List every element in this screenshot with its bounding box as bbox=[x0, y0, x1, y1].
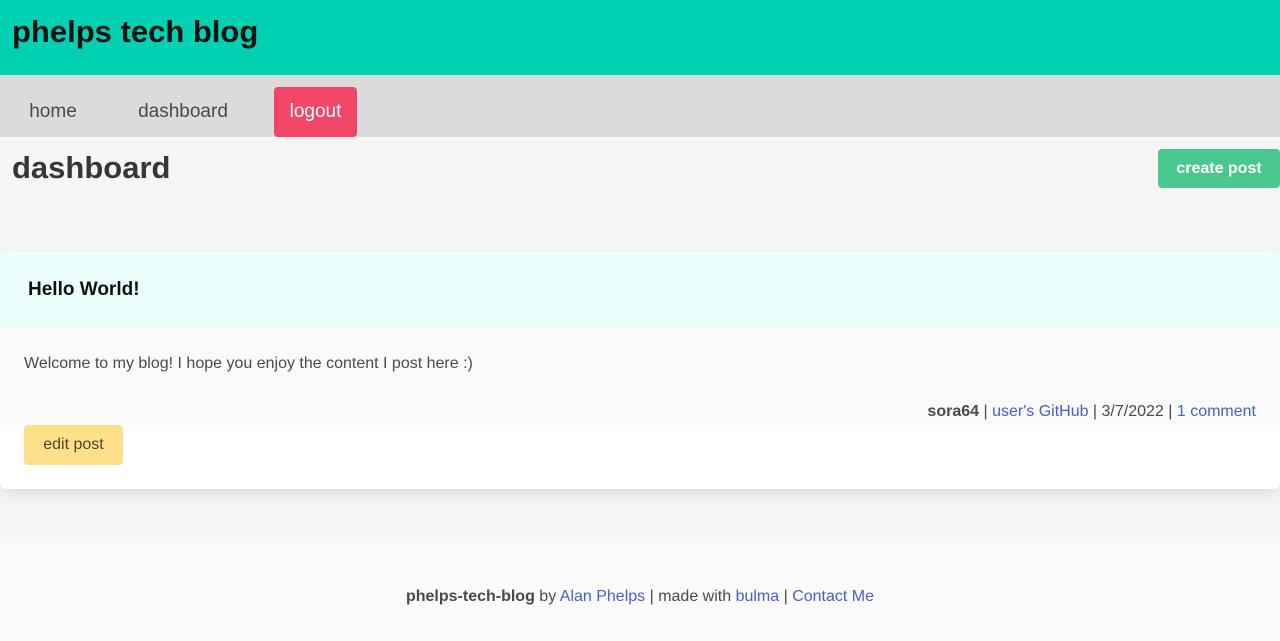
footer-text: by bbox=[534, 588, 560, 605]
site-header: phelps tech blog bbox=[0, 0, 1280, 75]
footer-text: | bbox=[779, 588, 793, 605]
github-link[interactable]: user's GitHub bbox=[992, 403, 1088, 420]
post-author: sora64 bbox=[927, 403, 980, 420]
navbar: home dashboard logout bbox=[0, 75, 1280, 137]
footer: phelps-tech-blog by Alan Phelps | made w… bbox=[0, 537, 1280, 641]
footer-bulma-link[interactable]: bulma bbox=[736, 588, 780, 605]
nav-dashboard-link[interactable]: dashboard bbox=[120, 87, 246, 137]
post-title: Hello World! bbox=[28, 279, 140, 300]
nav-home-link[interactable]: home bbox=[14, 87, 92, 137]
site-title: phelps tech blog bbox=[12, 14, 259, 49]
edit-post-button[interactable]: edit post bbox=[24, 425, 123, 465]
post-body-text: Welcome to my blog! I hope you enjoy the… bbox=[24, 355, 473, 372]
post-meta: sora64 | user's GitHub | 3/7/2022 | 1 co… bbox=[927, 403, 1256, 421]
post-date: 3/7/2022 bbox=[1101, 403, 1164, 420]
post-card-header: Hello World! bbox=[0, 251, 1280, 328]
post-card: Hello World! Welcome to my blog! I hope … bbox=[0, 251, 1280, 489]
meta-separator: | bbox=[1163, 403, 1177, 420]
comments-link[interactable]: 1 comment bbox=[1177, 403, 1256, 420]
logout-button[interactable]: logout bbox=[274, 87, 357, 137]
footer-author-link[interactable]: Alan Phelps bbox=[560, 588, 645, 605]
meta-separator: | bbox=[979, 403, 993, 420]
footer-text: | made with bbox=[645, 588, 736, 605]
create-post-button[interactable]: create post bbox=[1158, 149, 1280, 188]
footer-project-name: phelps-tech-blog bbox=[405, 588, 535, 605]
page-title: dashboard bbox=[12, 150, 171, 185]
post-card-body: Welcome to my blog! I hope you enjoy the… bbox=[0, 328, 1280, 425]
footer-credits: phelps-tech-blog by Alan Phelps | made w… bbox=[0, 588, 1280, 606]
footer-contact-link[interactable]: Contact Me bbox=[792, 588, 874, 605]
meta-separator: | bbox=[1088, 403, 1102, 420]
